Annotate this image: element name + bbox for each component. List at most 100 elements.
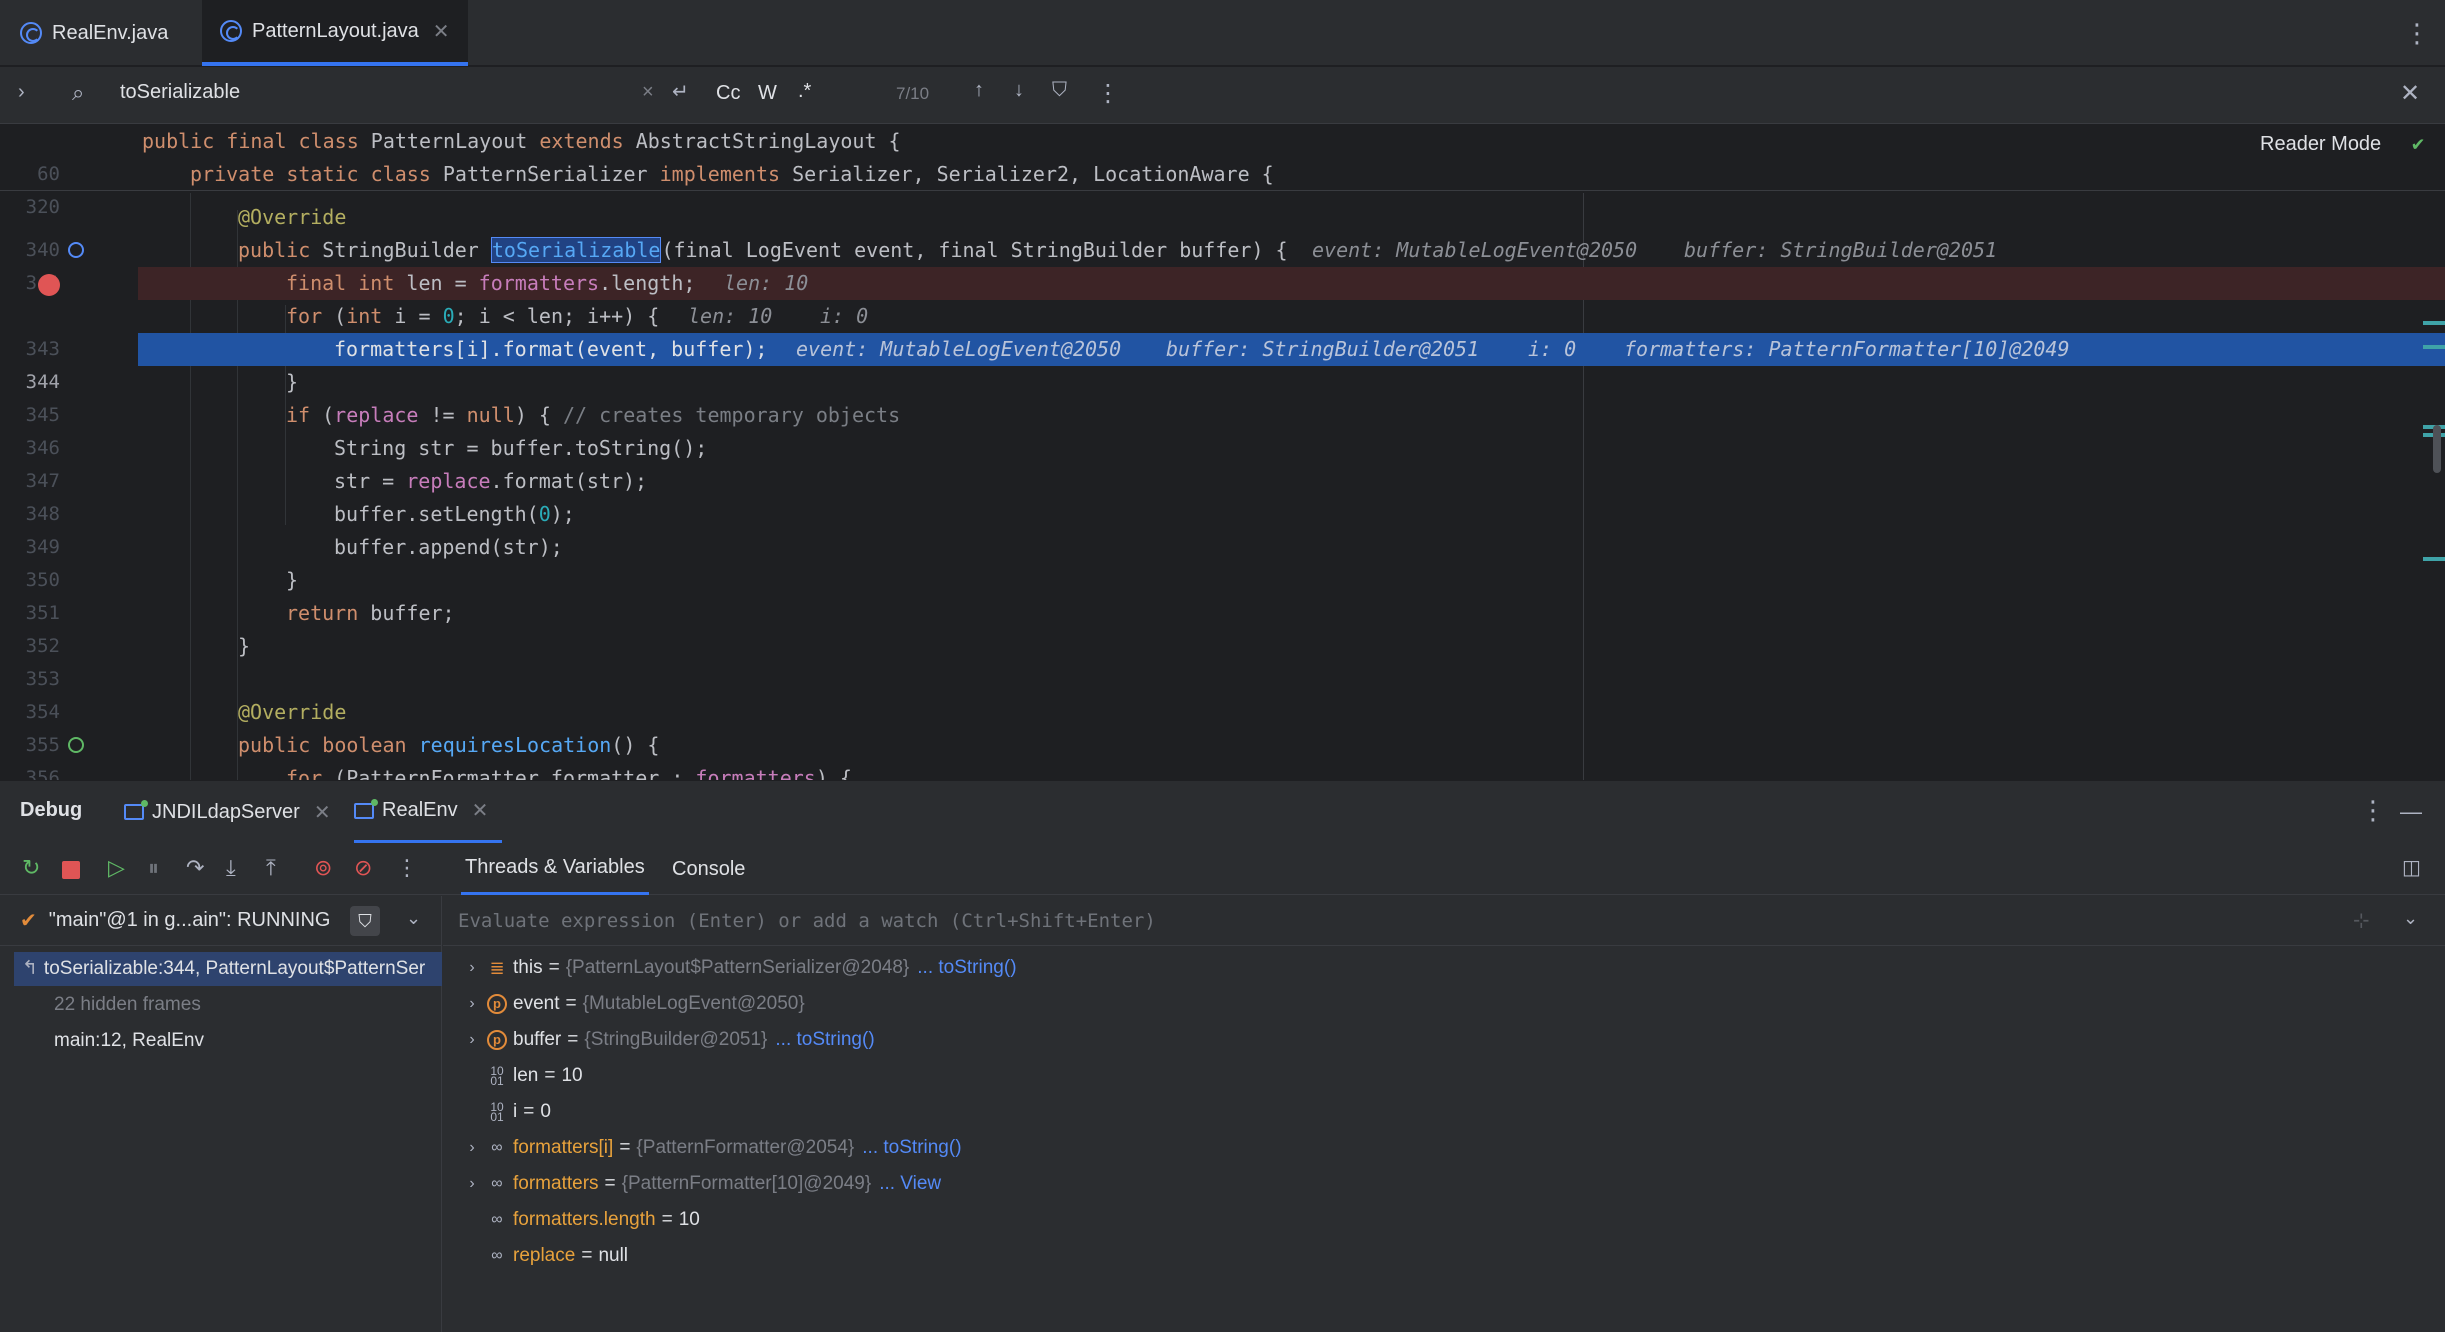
inline-value-hint: len: 10 — [688, 304, 773, 328]
mute-breakpoints-icon[interactable]: ⊘ — [354, 855, 372, 881]
code-editor[interactable]: 60 public final class PatternLayout exte… — [0, 125, 2445, 780]
tostring-link[interactable]: ... toString() — [917, 950, 1016, 986]
session-tab-realenv[interactable]: RealEnv ✕ — [354, 781, 503, 843]
code-line: 352 return buffer; — [0, 597, 2445, 657]
expand-icon[interactable]: › — [457, 986, 487, 1022]
find-bar: › ⌕ toSerializable × ↵ Cc W .* 7/10 ↑ ↓ … — [0, 67, 2445, 124]
inline-value-hint: event: MutableLogEvent@2050 — [1312, 238, 1638, 262]
add-watch-icon[interactable]: ⊹ — [2353, 908, 2370, 933]
code-line: 348 str = replace.format(str); — [0, 465, 2445, 525]
variable-row-formatters-length[interactable]: ∞ formatters.length = 10 — [487, 1202, 700, 1238]
tab-label: PatternLayout.java — [252, 19, 419, 42]
thread-selector[interactable]: ✔ "main"@1 in g...ain": RUNNING ⛉ ⌄ — [0, 896, 442, 946]
reader-mode-button[interactable]: Reader Mode — [2260, 133, 2381, 156]
scroll-marker[interactable] — [2423, 557, 2445, 561]
minimize-icon[interactable]: — — [2400, 799, 2422, 825]
whole-word-toggle[interactable]: W — [758, 82, 777, 105]
view-breakpoints-icon[interactable]: ⊚ — [314, 855, 332, 881]
return-icon: ↰ — [22, 958, 38, 979]
expand-icon[interactable]: › — [457, 1022, 487, 1058]
more-options-icon[interactable]: ⋮ — [1096, 79, 1120, 108]
variable-row-i[interactable]: 10 01 i = 0 — [487, 1094, 551, 1130]
frame-item[interactable]: ↰ toSerializable:344, PatternLayout$Patte… — [14, 952, 442, 986]
close-find-icon[interactable]: ✕ — [2400, 79, 2420, 108]
next-match-icon[interactable]: ↓ — [1014, 79, 1024, 102]
frame-item[interactable]: main:12, RealEnv — [54, 1024, 204, 1058]
close-icon[interactable]: ✕ — [314, 800, 331, 825]
code-line: 349 buffer.setLength(0); — [0, 498, 2445, 558]
layout-icon[interactable]: ◫ — [2402, 855, 2421, 881]
pause-icon[interactable]: ⏸ — [148, 855, 159, 881]
variable-row-this[interactable]: › ≣ this = {PatternLayout$PatternSeriali… — [457, 950, 1016, 986]
debug-header: Debug JNDILdapServer ✕ RealEnv ✕ ⋮ — — [0, 781, 2445, 843]
resume-icon[interactable]: ▷ — [108, 855, 125, 881]
variable-row-replace[interactable]: ∞ replace = null — [487, 1238, 628, 1274]
code-text: public boolean requiresLocation() { — [238, 733, 660, 757]
debug-title: Debug — [20, 799, 83, 821]
step-out-icon[interactable]: ⤒ — [266, 855, 276, 881]
find-input[interactable]: toSerializable — [120, 81, 240, 104]
inspection-ok-icon: ✔ — [2412, 131, 2425, 155]
step-into-icon[interactable]: ⤓ — [226, 855, 236, 881]
filter-icon[interactable]: ⛉ — [1052, 79, 1067, 102]
stop-icon[interactable] — [62, 861, 80, 879]
expand-icon[interactable]: › — [457, 1166, 487, 1202]
tab-label: RealEnv.java — [52, 21, 169, 44]
previous-match-icon[interactable]: ↑ — [974, 79, 984, 102]
more-options-icon[interactable]: ⋮ — [2404, 20, 2430, 46]
close-icon[interactable]: ✕ — [433, 19, 450, 44]
evaluate-expression-input[interactable]: Evaluate expression (Enter) or add a wat… — [443, 896, 2445, 946]
session-tab-jndildapserver[interactable]: JNDILdapServer ✕ — [124, 781, 331, 843]
match-case-toggle[interactable]: Cc — [716, 82, 740, 105]
more-options-icon[interactable]: ⋮ — [396, 855, 418, 881]
tab-threads-variables[interactable]: Threads & Variables — [461, 843, 649, 895]
hidden-frames[interactable]: 22 hidden frames — [54, 988, 201, 1022]
run-config-icon — [124, 800, 148, 820]
chevron-down-icon[interactable]: ⌄ — [2403, 908, 2418, 929]
more-options-icon[interactable]: ⋮ — [2360, 797, 2386, 823]
inline-value-hint: buffer: StringBuilder@2051 — [1166, 337, 1480, 361]
variable-row-event[interactable]: › p event = {MutableLogEvent@2050} — [457, 986, 805, 1022]
variable-row-buffer[interactable]: › p buffer = {StringBuilder@2051} ... to… — [457, 1022, 875, 1058]
code-line: 355 @Override — [25, 700, 347, 756]
tostring-link[interactable]: ... toString() — [862, 1130, 961, 1166]
variable-row-len[interactable]: 10 01 len = 10 — [487, 1058, 582, 1094]
code-text: buffer.setLength(0); — [334, 502, 575, 526]
sticky-line: 60 public final class PatternLayout exte… — [0, 125, 2445, 185]
code-line: 344 formatters[i].format(event, buffer);… — [0, 333, 2445, 393]
tab-realenv[interactable]: RealEnv.java — [20, 0, 168, 66]
expand-icon[interactable]: › — [457, 1130, 487, 1166]
search-icon[interactable]: ⌕ — [72, 80, 84, 106]
new-line-icon[interactable]: ↵ — [672, 79, 689, 104]
scrollbar-thumb[interactable] — [2433, 425, 2441, 473]
filter-icon[interactable]: ⛉ — [350, 906, 380, 936]
this-icon: ≣ — [489, 958, 505, 978]
implements-gutter-icon[interactable] — [68, 737, 84, 753]
rerun-icon[interactable]: ↻ — [22, 855, 40, 881]
code-line: 354 — [25, 701, 60, 723]
code-line: 357 for (PatternFormatter formatter : fo… — [0, 762, 2445, 780]
tostring-link[interactable]: ... toString() — [775, 1022, 874, 1058]
sticky-code: public final class PatternLayout extends… — [142, 129, 901, 153]
watch-icon: ∞ — [491, 1175, 503, 1192]
inline-value-hint: buffer: StringBuilder@2051 — [1684, 238, 1998, 262]
code-line: 345 } — [25, 370, 299, 426]
tab-patternlayout[interactable]: PatternLayout.java ✕ — [202, 0, 468, 66]
java-class-icon — [220, 20, 242, 42]
view-link[interactable]: ... View — [879, 1166, 941, 1202]
variable-row-formatters-i[interactable]: › ∞ formatters[i] = {PatternFormatter@20… — [457, 1130, 961, 1166]
regex-toggle[interactable]: .* — [798, 80, 811, 103]
scroll-marker[interactable] — [2423, 345, 2445, 349]
step-over-icon[interactable]: ↷ — [186, 855, 204, 881]
expand-icon[interactable]: › — [457, 950, 487, 986]
code-line: 351 } — [25, 568, 299, 624]
chevron-down-icon[interactable]: ⌄ — [406, 908, 421, 929]
code-text: for (PatternFormatter formatter : format… — [286, 766, 852, 780]
chevron-right-icon[interactable]: › — [18, 81, 25, 104]
scroll-marker[interactable] — [2423, 321, 2445, 325]
variable-row-formatters[interactable]: › ∞ formatters = {PatternFormatter[10]@2… — [457, 1166, 941, 1202]
close-icon[interactable]: ✕ — [472, 798, 489, 823]
tab-console[interactable]: Console — [672, 843, 745, 895]
watch-icon: ∞ — [491, 1139, 503, 1156]
clear-icon[interactable]: × — [642, 81, 654, 104]
